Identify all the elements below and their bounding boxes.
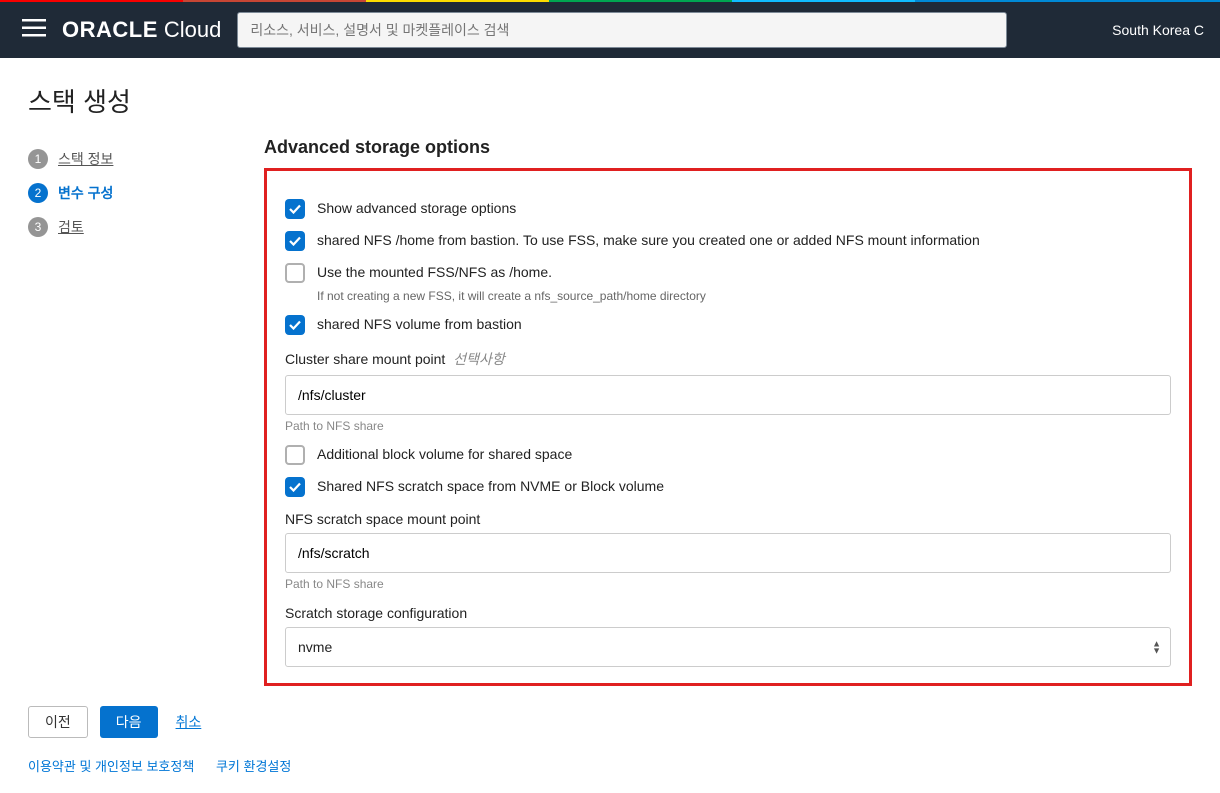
search-container (237, 12, 1096, 48)
footer-buttons: 이전 다음 취소 (0, 686, 1220, 738)
cluster-mount-help: Path to NFS share (285, 419, 1171, 433)
scratch-mount-input[interactable] (285, 533, 1171, 573)
brand-text-strong: ORACLE (62, 17, 158, 43)
checkbox-label: Use the mounted FSS/NFS as /home. (317, 263, 552, 283)
brand-logo[interactable]: ORACLE Cloud (62, 17, 221, 43)
section-title: Advanced storage options (264, 137, 1192, 158)
scratch-mount-help: Path to NFS share (285, 577, 1171, 591)
checkbox-label: Show advanced storage options (317, 199, 516, 219)
checkbox-label: shared NFS volume from bastion (317, 315, 522, 335)
storage-config-label: Scratch storage configuration (285, 605, 1171, 621)
step-review[interactable]: 3 검토 (28, 217, 264, 237)
step-stack-info[interactable]: 1 스택 정보 (28, 149, 264, 169)
previous-button[interactable]: 이전 (28, 706, 88, 738)
checkbox-additional-block[interactable] (285, 445, 305, 465)
legal-footer: 이용약관 및 개인정보 보호정책 쿠키 환경설정 (0, 738, 1220, 793)
checkbox-shared-volume[interactable] (285, 315, 305, 335)
step-number-2: 2 (28, 183, 48, 203)
step-label-1: 스택 정보 (58, 149, 113, 169)
step-variables[interactable]: 2 변수 구성 (28, 183, 264, 203)
checkbox-show-advanced[interactable] (285, 199, 305, 219)
step-label-2: 변수 구성 (58, 183, 113, 203)
brand-text-light: Cloud (164, 17, 221, 43)
content-area: Advanced storage options Show advanced s… (264, 137, 1192, 686)
step-label-3: 검토 (58, 217, 84, 237)
checkbox-help-text: If not creating a new FSS, it will creat… (317, 289, 1171, 303)
cookies-link[interactable]: 쿠키 환경설정 (216, 759, 291, 774)
menu-icon[interactable] (12, 10, 56, 50)
step-number-1: 1 (28, 149, 48, 169)
search-input[interactable] (237, 12, 1007, 48)
checkbox-use-mounted[interactable] (285, 263, 305, 283)
cluster-mount-input[interactable] (285, 375, 1171, 415)
cluster-mount-label: Cluster share mount point 선택사항 (285, 349, 1171, 369)
select-arrows-icon: ▲▼ (1152, 640, 1161, 654)
checkbox-label: Shared NFS scratch space from NVME or Bl… (317, 477, 664, 497)
storage-config-select[interactable]: nvme (285, 627, 1171, 667)
step-number-3: 3 (28, 217, 48, 237)
checkbox-shared-home[interactable] (285, 231, 305, 251)
checkbox-scratch-space[interactable] (285, 477, 305, 497)
scratch-mount-label: NFS scratch space mount point (285, 511, 1171, 527)
terms-link[interactable]: 이용약관 및 개인정보 보호정책 (28, 759, 194, 774)
checkbox-label: shared NFS /home from bastion. To use FS… (317, 231, 980, 251)
checkbox-label: Additional block volume for shared space (317, 445, 572, 465)
select-value: nvme (298, 639, 332, 655)
next-button[interactable]: 다음 (100, 706, 158, 738)
field-label-text: Cluster share mount point (285, 351, 445, 367)
wizard-steps: 1 스택 정보 2 변수 구성 3 검토 (28, 137, 264, 686)
cancel-link[interactable]: 취소 (176, 712, 202, 732)
region-selector[interactable]: South Korea C (1112, 22, 1208, 38)
header: ORACLE Cloud South Korea C (0, 2, 1220, 58)
highlighted-panel: Show advanced storage options shared NFS… (264, 168, 1192, 686)
page-title: 스택 생성 (0, 58, 1220, 137)
optional-tag: 선택사항 (453, 351, 505, 367)
